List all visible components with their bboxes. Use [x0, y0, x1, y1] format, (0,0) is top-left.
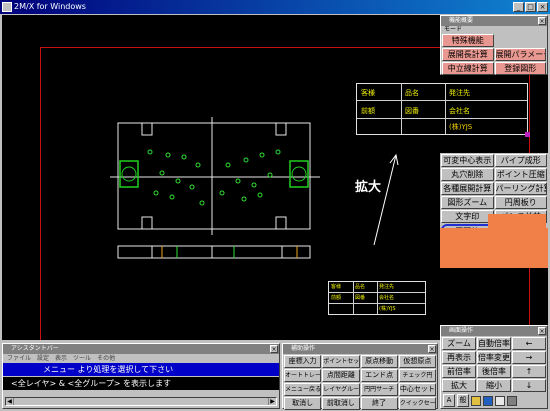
title-block-large: 客様 品名 発注先 前額 図番 会社名 (株)YJS [356, 83, 530, 137]
prev-undo-button[interactable]: 前取消し [322, 397, 360, 410]
zoom-out-button[interactable]: 縮小 [477, 379, 511, 392]
title-cell: 前額 [361, 107, 375, 115]
point-compress-button[interactable]: ポイント圧縮 [494, 168, 547, 181]
menu-back-button[interactable]: メニュー戻る [284, 383, 322, 396]
orange-area-lower [440, 228, 548, 268]
app-icon [2, 2, 12, 12]
stamp-button[interactable]: 文字印 [441, 210, 494, 223]
title-cell: 客様 [361, 89, 375, 97]
general-tool-icon[interactable]: 般 [457, 394, 469, 407]
title-cell: 図番 [405, 107, 419, 115]
title-cell: 会社名 [449, 107, 470, 115]
panel-title: 画面操作 × [441, 326, 547, 336]
title-cell: 発注先 [449, 89, 470, 97]
close-icon[interactable]: × [270, 345, 278, 353]
unfold-calc-button[interactable]: 各種展開計算 [441, 182, 494, 195]
menu-settings[interactable]: 設定 [37, 354, 49, 363]
pan-down-button[interactable]: ↓ [512, 379, 546, 392]
menu-view[interactable]: 表示 [55, 354, 67, 363]
message-menu: ファイル 設定 表示 ツール その他 [3, 354, 279, 363]
point-set-button[interactable]: ポイントセット [322, 355, 360, 368]
point-distance-button[interactable]: 点間距離 [322, 369, 360, 382]
maximize-button[interactable]: □ [525, 2, 536, 12]
title-cell: 図番 [355, 295, 366, 301]
menu-tools[interactable]: ツール [73, 354, 91, 363]
menu-file[interactable]: ファイル [7, 354, 31, 363]
horizontal-scrollbar[interactable]: ◀ ▶ [5, 397, 277, 406]
function-panel: 機能概要 × モード 特殊機能 展開長計算 展開パラメータ 中立線計算 登録図形 [440, 15, 548, 75]
unfold-length-button[interactable]: 展開長計算 [442, 48, 494, 61]
close-icon[interactable]: × [428, 345, 436, 353]
prompt-message: メニュー より処理を選択して下さい [3, 363, 279, 376]
variable-center-button[interactable]: 可変中心表示 [441, 154, 494, 167]
print-icon[interactable] [495, 395, 505, 406]
layer-group-button[interactable]: レイヤグループ [322, 383, 360, 396]
panel-title: 補助操作 × [283, 344, 437, 354]
assist-panel: 補助操作× 座標入力 ポイントセット 原点移動 仮想原点 オートトレース 点間距… [282, 343, 438, 410]
title-cell: 会社名 [379, 295, 395, 301]
virtual-origin-button[interactable]: 仮想原点 [398, 355, 436, 368]
menu-other[interactable]: その他 [97, 354, 115, 363]
minimize-button[interactable]: _ [513, 2, 524, 12]
burring-calc-button[interactable]: パーリング計算 [494, 182, 547, 195]
scroll-right-icon[interactable]: ▶ [268, 398, 276, 405]
round-hole-delete-button[interactable]: 丸穴削除 [441, 168, 494, 181]
status-message: <全レイヤ> & <全グループ> を表示します [3, 377, 279, 390]
title-cell: 品名 [405, 89, 419, 97]
save-icon[interactable] [483, 395, 493, 406]
finish-button[interactable]: 終了 [360, 397, 398, 410]
pan-up-button[interactable]: ↑ [512, 365, 546, 378]
zoom-button[interactable]: ズーム [442, 337, 476, 350]
redraw-button[interactable]: 再表示 [442, 351, 476, 364]
pan-right-button[interactable]: → [512, 351, 546, 364]
origin-move-button[interactable]: 原点移動 [360, 355, 398, 368]
window-titlebar[interactable]: 2M/X for Windows _ □ × [0, 0, 550, 14]
registered-shape-button[interactable]: 登録図形 [494, 62, 546, 75]
circle-search-button[interactable]: 円円サーチ [360, 383, 398, 396]
company-name: (株)YJS [379, 306, 396, 312]
view-toolbar: A 般 [441, 393, 547, 408]
shape-zoom-button[interactable]: 図形ズーム [441, 196, 494, 209]
panel-title: 機能概要 × [441, 16, 547, 26]
pipe-form-button[interactable]: パイプ成形 [494, 154, 547, 167]
auto-scale-button[interactable]: 自動倍率 [477, 337, 511, 350]
undo-button[interactable]: 取消し [284, 397, 322, 410]
orange-area [488, 214, 546, 228]
mode-label: モード [444, 26, 463, 33]
quick-save-button[interactable]: クイックセーブ [398, 397, 436, 410]
handle-marker[interactable] [525, 132, 530, 137]
view-panel: 画面操作 × ズーム 自動倍率 ← 再表示 倍率変更 → 前倍率 後倍率 ↑ 拡大… [440, 325, 548, 409]
neutral-line-button[interactable]: 中立線計算 [442, 62, 494, 75]
circumference-button[interactable]: 円周板り [494, 196, 547, 209]
title-cell: 客様 [331, 284, 342, 290]
pan-left-button[interactable]: ← [512, 337, 546, 350]
special-function-button[interactable]: 特殊機能 [442, 34, 494, 47]
window-title: 2M/X for Windows [14, 2, 86, 11]
close-button[interactable]: × [537, 2, 548, 12]
text-tool-icon[interactable]: A [443, 394, 455, 407]
close-icon[interactable]: × [538, 17, 546, 25]
prev-scale-button[interactable]: 前倍率 [442, 365, 476, 378]
message-panel: アシスタントバー × ファイル 設定 表示 ツール その他 メニュー より処理を選… [2, 343, 280, 409]
auto-trace-button[interactable]: オートトレース [284, 369, 322, 382]
unfold-param-button[interactable]: 展開パラメータ [494, 48, 546, 61]
coord-input-button[interactable]: 座標入力 [284, 355, 322, 368]
panel-title: アシスタントバー × [3, 344, 279, 354]
next-scale-button[interactable]: 後倍率 [477, 365, 511, 378]
title-cell: 前額 [331, 295, 342, 301]
title-block-small: 客様 品名 発注先 前額 図番 会社名 (株)YJS [328, 281, 426, 315]
settings-icon[interactable] [507, 395, 517, 406]
zoom-in-button[interactable]: 拡大 [442, 379, 476, 392]
end-point-button[interactable]: エンド点 [360, 369, 398, 382]
title-cell: 発注先 [379, 284, 395, 290]
title-cell: 品名 [355, 284, 366, 290]
check-circle-button[interactable]: チェック円 [398, 369, 436, 382]
company-name: (株)YJS [449, 123, 473, 131]
enlarge-annotation: 拡大 [355, 180, 382, 195]
palette-icon[interactable] [471, 395, 481, 406]
center-set-button[interactable]: 中心セット [398, 383, 436, 396]
scale-change-button[interactable]: 倍率変更 [477, 351, 511, 364]
scroll-left-icon[interactable]: ◀ [6, 398, 14, 405]
close-icon[interactable]: × [538, 327, 546, 335]
